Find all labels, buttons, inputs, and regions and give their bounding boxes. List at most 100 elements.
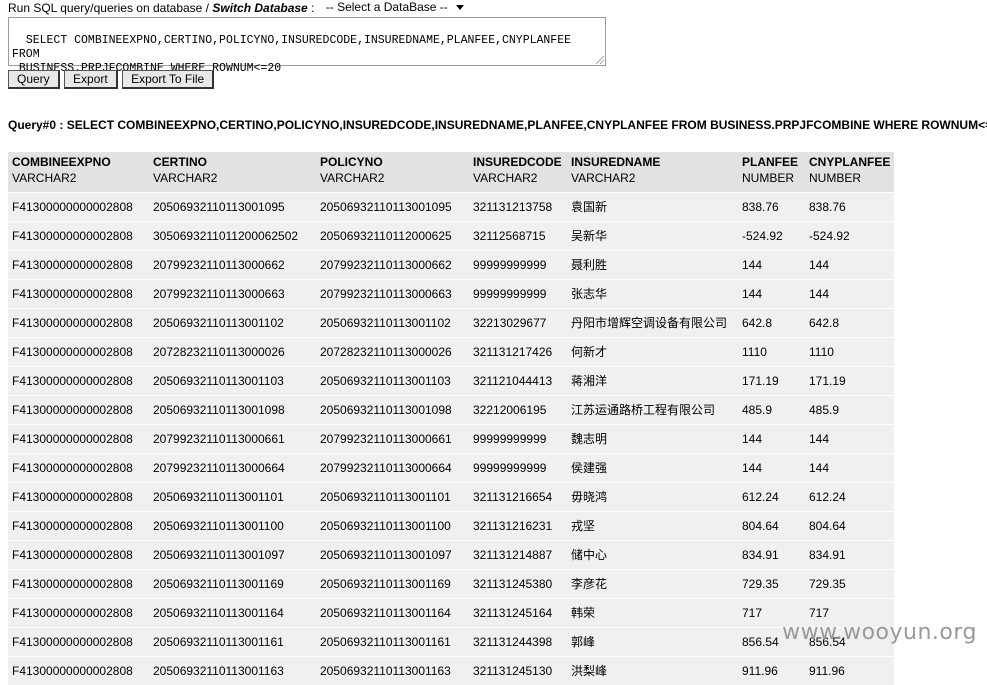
- table-cell: 20506932110113001103: [316, 367, 469, 396]
- table-cell: 20506932110113001097: [149, 541, 316, 570]
- results-body: F413000000000028082050693211011300109520…: [8, 193, 894, 685]
- table-cell: 20506932110113001101: [149, 483, 316, 512]
- table-cell: 20799232110113000661: [149, 425, 316, 454]
- table-cell: F41300000000002808: [8, 222, 149, 251]
- table-cell: 韩荣: [567, 599, 738, 628]
- table-cell: 侯建强: [567, 454, 738, 483]
- query-button[interactable]: Query: [8, 70, 60, 89]
- table-cell: 144: [738, 280, 805, 309]
- table-cell: 729.35: [805, 570, 894, 599]
- table-cell: 144: [805, 251, 894, 280]
- column-header: POLICYNOVARCHAR2: [316, 152, 469, 193]
- table-cell: F41300000000002808: [8, 454, 149, 483]
- table-cell: F41300000000002808: [8, 280, 149, 309]
- action-buttons: Query Export Export To File: [8, 70, 215, 90]
- table-cell: F41300000000002808: [8, 657, 149, 685]
- table-cell: 144: [738, 454, 805, 483]
- table-row: F413000000000028082079923211011300066120…: [8, 425, 894, 454]
- table-row: F413000000000028082050693211011300116920…: [8, 570, 894, 599]
- table-cell: 612.24: [738, 483, 805, 512]
- table-cell: 485.9: [738, 396, 805, 425]
- table-cell: 32112568715: [469, 222, 567, 251]
- table-cell: 144: [805, 425, 894, 454]
- table-cell: 321131214887: [469, 541, 567, 570]
- watermark: www.wooyun.org: [782, 620, 977, 645]
- database-select[interactable]: -- Select a DataBase --: [324, 0, 466, 15]
- table-cell: 袁国新: [567, 193, 738, 222]
- table-cell: 20506932110113001163: [316, 657, 469, 685]
- query-result-title: Query#0 : SELECT COMBINEEXPNO,CERTINO,PO…: [8, 118, 987, 132]
- export-to-file-button[interactable]: Export To File: [122, 70, 214, 89]
- table-cell: 838.76: [805, 193, 894, 222]
- table-cell: 20799232110113000663: [316, 280, 469, 309]
- table-cell: 32213029677: [469, 309, 567, 338]
- table-cell: 20506932110113001102: [316, 309, 469, 338]
- table-cell: 144: [738, 425, 805, 454]
- table-cell: 321131245164: [469, 599, 567, 628]
- sql-query-textarea[interactable]: SELECT COMBINEEXPNO,CERTINO,POLICYNO,INS…: [8, 17, 606, 66]
- table-cell: 729.35: [738, 570, 805, 599]
- table-row: F413000000000028082079923211011300066220…: [8, 251, 894, 280]
- table-cell: 20799232110113000664: [149, 454, 316, 483]
- sql-query-text: SELECT COMBINEEXPNO,CERTINO,POLICYNO,INS…: [12, 34, 578, 75]
- table-cell: 20506932110113001163: [149, 657, 316, 685]
- table-cell: -524.92: [805, 222, 894, 251]
- table-cell: 20506932110113001101: [316, 483, 469, 512]
- table-cell: F41300000000002808: [8, 512, 149, 541]
- table-cell: 20506932110113001098: [316, 396, 469, 425]
- table-cell: -524.92: [738, 222, 805, 251]
- table-cell: 321131245130: [469, 657, 567, 685]
- column-header: CERTINOVARCHAR2: [149, 152, 316, 193]
- table-row: F413000000000028082050693211011300116420…: [8, 599, 894, 628]
- table-cell: F41300000000002808: [8, 193, 149, 222]
- table-cell: 321131213758: [469, 193, 567, 222]
- column-header: INSUREDCODEVARCHAR2: [469, 152, 567, 193]
- table-row: F413000000000028082050693211011300116120…: [8, 628, 894, 657]
- table-cell: 1110: [738, 338, 805, 367]
- database-select-value: -- Select a DataBase --: [326, 0, 448, 14]
- table-cell: 321121044413: [469, 367, 567, 396]
- column-header: PLANFEENUMBER: [738, 152, 805, 193]
- table-cell: F41300000000002808: [8, 338, 149, 367]
- switch-database-label: Switch Database: [212, 1, 307, 15]
- table-cell: F41300000000002808: [8, 599, 149, 628]
- table-cell: 99999999999: [469, 454, 567, 483]
- table-cell: 20506932110113001102: [149, 309, 316, 338]
- table-cell: F41300000000002808: [8, 425, 149, 454]
- table-cell: F41300000000002808: [8, 570, 149, 599]
- column-header: COMBINEEXPNOVARCHAR2: [8, 152, 149, 193]
- table-cell: 834.91: [738, 541, 805, 570]
- export-button[interactable]: Export: [64, 70, 118, 89]
- table-cell: 毋晓鸿: [567, 483, 738, 512]
- table-cell: 20799232110113000662: [316, 251, 469, 280]
- table-cell: F41300000000002808: [8, 367, 149, 396]
- table-cell: F41300000000002808: [8, 483, 149, 512]
- table-cell: 20506932110113001100: [149, 512, 316, 541]
- table-cell: 171.19: [805, 367, 894, 396]
- column-header: INSUREDNAMEVARCHAR2: [567, 152, 738, 193]
- table-cell: 戎坚: [567, 512, 738, 541]
- chevron-down-icon: [456, 5, 464, 10]
- table-cell: 20506932110113001095: [149, 193, 316, 222]
- table-cell: 32212006195: [469, 396, 567, 425]
- table-cell: 171.19: [738, 367, 805, 396]
- table-cell: 804.64: [738, 512, 805, 541]
- table-cell: 20506932110113001103: [149, 367, 316, 396]
- table-cell: 99999999999: [469, 425, 567, 454]
- table-cell: 642.8: [738, 309, 805, 338]
- table-cell: 321131245380: [469, 570, 567, 599]
- table-row: F413000000000028082079923211011300066320…: [8, 280, 894, 309]
- table-cell: F41300000000002808: [8, 396, 149, 425]
- table-cell: 20799232110113000663: [149, 280, 316, 309]
- table-cell: 321131216231: [469, 512, 567, 541]
- table-cell: F41300000000002808: [8, 628, 149, 657]
- resize-handle-icon[interactable]: [596, 56, 604, 64]
- table-cell: 321131216654: [469, 483, 567, 512]
- header-colon: :: [308, 1, 318, 15]
- table-cell: 20506932110113001100: [316, 512, 469, 541]
- header-prefix: Run SQL query/queries on database /: [8, 1, 212, 15]
- table-cell: 20506932110113001097: [316, 541, 469, 570]
- table-cell: F41300000000002808: [8, 251, 149, 280]
- table-header-row: COMBINEEXPNOVARCHAR2 CERTINOVARCHAR2 POL…: [8, 152, 894, 193]
- table-cell: 20506932110113001095: [316, 193, 469, 222]
